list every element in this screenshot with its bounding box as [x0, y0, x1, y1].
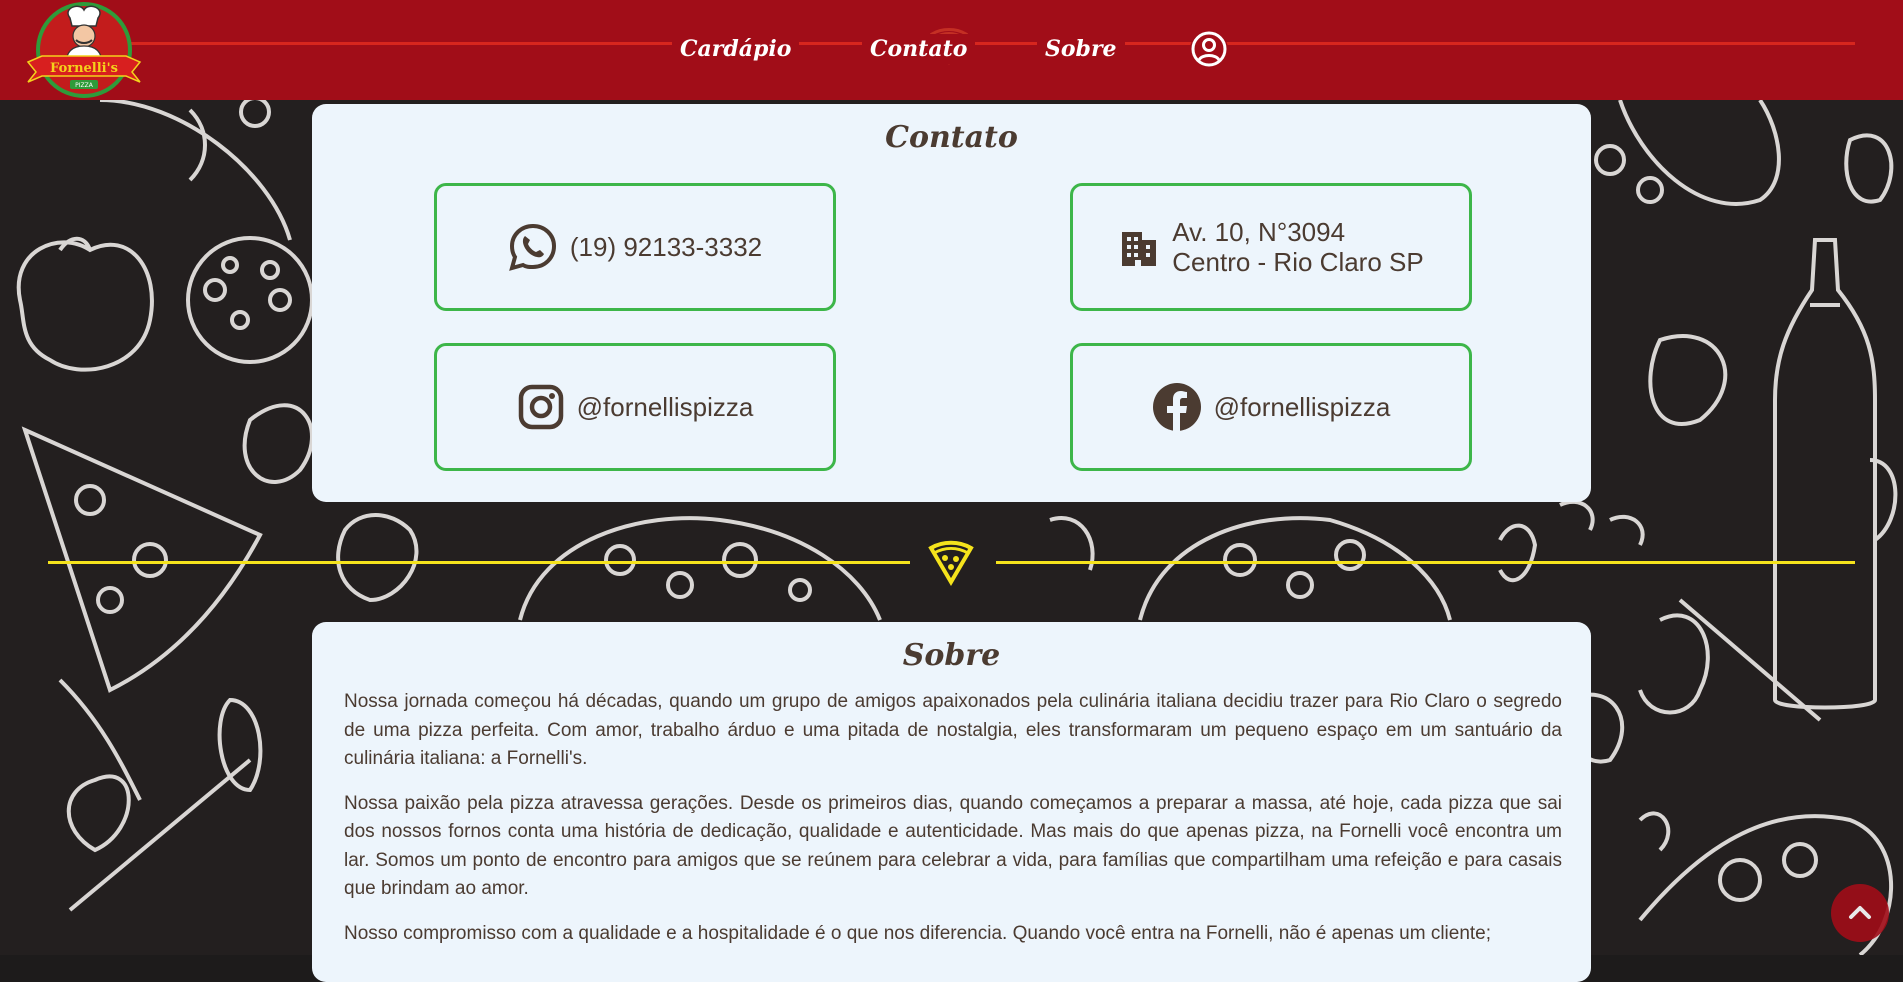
nav-link-sobre[interactable]: Sobre: [1037, 34, 1125, 64]
address-line-1: Av. 10, N°3094: [1172, 217, 1346, 247]
address-contact-box[interactable]: Av. 10, N°3094 Centro - Rio Claro SP: [1070, 183, 1472, 311]
instagram-icon: [518, 384, 563, 430]
top-navbar: Fornelli's PIZZA Cardápio Contato Sobre: [0, 0, 1903, 100]
chevron-up-icon: [1849, 906, 1871, 919]
contact-section: Contato (19) 92133-3332 Av. 10, N°3094 C…: [312, 104, 1591, 502]
about-paragraph: Nossa jornada começou há décadas, quando…: [344, 691, 1562, 769]
about-section: Sobre Nossa jornada começou há décadas, …: [312, 622, 1591, 982]
instagram-handle: @fornellispizza: [576, 391, 754, 422]
whatsapp-icon: [509, 223, 556, 271]
about-text: Nossa jornada começou há décadas, quando…: [344, 688, 1562, 964]
about-paragraph: Nossa paixão pela pizza atravessa geraçõ…: [344, 792, 1562, 900]
navbar-decorative-line: [120, 42, 1855, 45]
phone-contact-box[interactable]: (19) 92133-3332: [434, 183, 836, 311]
address-line-2: Centro - Rio Claro SP: [1172, 247, 1424, 277]
instagram-contact-box[interactable]: @fornellispizza: [434, 343, 836, 471]
section-divider-left: [48, 561, 910, 564]
brand-logo[interactable]: Fornelli's PIZZA: [22, 0, 146, 98]
facebook-icon: [1152, 383, 1201, 431]
section-divider-right: [996, 561, 1855, 564]
nav-link-cardapio[interactable]: Cardápio: [672, 34, 800, 64]
user-account-button[interactable]: [1190, 30, 1228, 68]
about-title: Sobre: [902, 638, 1001, 673]
facebook-contact-box[interactable]: @fornellispizza: [1070, 343, 1472, 471]
logo-image: Fornelli's PIZZA: [26, 2, 142, 98]
contact-title: Contato: [885, 120, 1018, 155]
facebook-handle: @fornellispizza: [1213, 391, 1391, 422]
nav-link-contato[interactable]: Contato: [862, 34, 976, 64]
address-text: Av. 10, N°3094 Centro - Rio Claro SP: [1172, 217, 1423, 277]
user-circle-icon: [1191, 31, 1227, 67]
logo-subtext: PIZZA: [75, 82, 94, 89]
scroll-to-top-button[interactable]: [1831, 884, 1889, 942]
about-paragraph: Nosso compromisso com a qualidade e a ho…: [344, 922, 1492, 944]
pizza-slice-icon: [928, 540, 974, 586]
logo-wordmark: Fornelli's: [50, 61, 118, 76]
building-icon: [1122, 232, 1157, 266]
phone-number: (19) 92133-3332: [569, 231, 763, 262]
